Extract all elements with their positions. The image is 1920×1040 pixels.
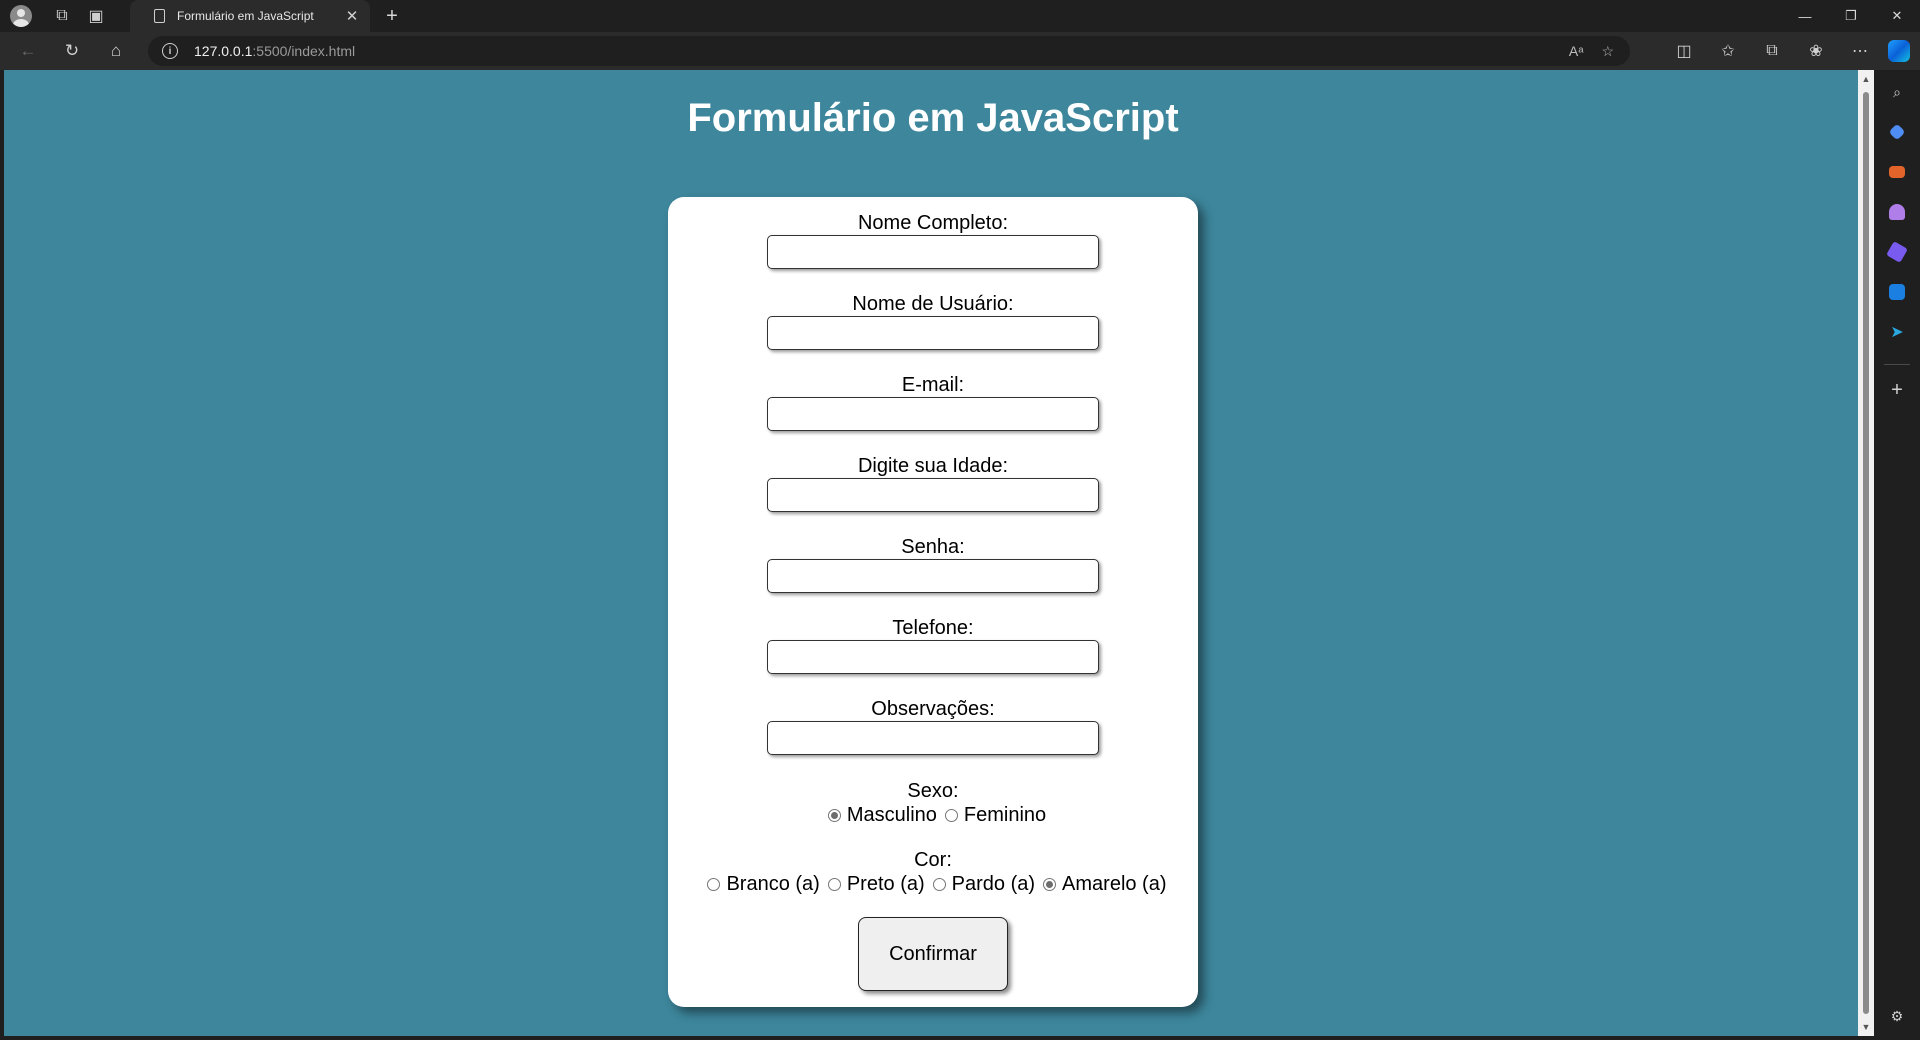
tools-icon[interactable] [1885,160,1909,184]
minimize-icon[interactable]: — [1782,0,1828,32]
field-observacoes: Observações: [668,697,1198,755]
field-nome-usuario: Nome de Usuário: [668,292,1198,350]
window-controls: — ❐ ✕ [1782,0,1920,32]
gear-icon[interactable]: ⚙ [1885,1004,1909,1028]
url-path: :5500/index.html [252,43,356,59]
extensions-icon[interactable]: ❀ [1794,32,1838,70]
split-screen-icon[interactable]: ◫ [1662,32,1706,70]
confirm-button[interactable]: Confirmar [858,917,1008,991]
profile-button[interactable] [0,0,32,32]
field-idade: Digite sua Idade: [668,454,1198,512]
registration-form: Nome Completo: Nome de Usuário: E-mail: … [668,197,1198,1007]
nome-usuario-input[interactable] [767,316,1099,350]
document-icon [154,9,165,23]
observacoes-input[interactable] [767,721,1099,755]
radio-label-amarelo[interactable]: Amarelo (a) [1062,873,1166,896]
star-icon[interactable]: ☆ [1601,43,1614,60]
copilot-icon[interactable] [1888,40,1910,62]
search-icon[interactable]: ⌕ [1885,80,1909,104]
restore-icon[interactable]: ❐ [1828,0,1874,32]
browser-tab[interactable]: Formulário em JavaScript ✕ [130,0,370,32]
workspaces-icon[interactable]: ⧉ [46,0,78,32]
field-label: Nome de Usuário: [852,293,1014,315]
close-window-icon[interactable]: ✕ [1874,0,1920,32]
field-label: Digite sua Idade: [857,455,1009,477]
field-senha: Senha: [668,535,1198,593]
field-label: E-mail: [901,374,965,396]
radio-label-branco[interactable]: Branco (a) [726,873,819,896]
radio-feminino[interactable] [944,808,958,822]
collections-icon[interactable]: ⧉ [1750,32,1794,70]
tab-strip: ⧉ ▣ Formulário em JavaScript ✕ + — ❐ ✕ [0,0,1920,32]
scroll-down-icon[interactable]: ▼ [1861,1022,1871,1032]
field-label: Senha: [901,536,965,558]
microsoft-365-icon[interactable] [1885,240,1909,264]
tab-title: Formulário em JavaScript [177,9,314,23]
games-icon[interactable] [1885,200,1909,224]
page-viewport: Formulário em JavaScript Nome Completo: … [4,70,1858,1036]
field-telefone: Telefone: [668,616,1198,674]
radio-label-preto[interactable]: Preto (a) [847,873,925,896]
shopping-icon[interactable] [1885,120,1909,144]
idade-input[interactable] [767,478,1099,512]
page-scrollbar[interactable]: ▲ ▼ [1858,70,1874,1036]
radio-pardo[interactable] [932,877,946,891]
senha-input[interactable] [767,559,1099,593]
refresh-icon[interactable]: ↻ [50,32,94,70]
sexo-label: Sexo: [907,780,959,802]
field-email: E-mail: [668,373,1198,431]
radio-label-feminino[interactable]: Feminino [964,804,1046,827]
back-arrow-icon[interactable]: ← [6,32,50,70]
nome-completo-input[interactable] [767,235,1099,269]
close-tab-icon[interactable]: ✕ [344,7,360,25]
radio-label-masculino[interactable]: Masculino [847,804,937,827]
read-aloud-icon[interactable]: Aᵃ [1569,43,1584,59]
site-info-icon[interactable]: i [162,43,178,59]
profile-icon [10,5,32,27]
field-label: Telefone: [892,617,974,639]
scroll-up-icon[interactable]: ▲ [1861,74,1871,84]
page-title: Formulário em JavaScript [687,96,1179,140]
cor-label: Cor: [914,849,952,871]
telefone-input[interactable] [767,640,1099,674]
sexo-group: Sexo: Masculino Feminino [668,779,1198,827]
radio-label-pardo[interactable]: Pardo (a) [952,873,1035,896]
field-label: Observações: [871,698,995,720]
sexo-options: Masculino Feminino [668,803,1198,827]
radio-branco[interactable] [707,877,721,891]
email-input[interactable] [767,397,1099,431]
radio-amarelo[interactable] [1043,877,1057,891]
outlook-icon[interactable] [1885,280,1909,304]
more-icon[interactable]: ⋯ [1838,32,1882,70]
radio-masculino[interactable] [827,808,841,822]
address-bar[interactable]: i 127.0.0.1:5500/index.html Aᵃ ☆ [148,36,1630,66]
field-nome-completo: Nome Completo: [668,211,1198,269]
url-host: 127.0.0.1 [194,43,253,59]
cor-options: Branco (a) Preto (a) Pardo (a) Amarelo (… [668,872,1198,896]
field-label: Nome Completo: [857,212,1009,234]
tab-actions-icon[interactable]: ▣ [80,0,112,32]
telegram-icon[interactable]: ➤ [1885,320,1909,344]
sidebar-divider [1884,364,1910,365]
radio-preto[interactable] [827,877,841,891]
home-icon[interactable]: ⌂ [94,32,138,70]
address-actions: Aᵃ ☆ [1569,36,1614,66]
favorites-icon[interactable]: ✩ [1706,32,1750,70]
toolbar-actions: ◫ ✩ ⧉ ❀ ⋯ [1662,32,1920,70]
edge-sidebar: ⌕ ➤ + ⚙ [1874,70,1920,1040]
new-tab-icon[interactable]: + [380,0,404,32]
cor-group: Cor: Branco (a) Preto (a) Pardo (a) Amar… [668,848,1198,896]
scroll-thumb[interactable] [1863,92,1869,1014]
add-icon[interactable]: + [1885,378,1909,402]
